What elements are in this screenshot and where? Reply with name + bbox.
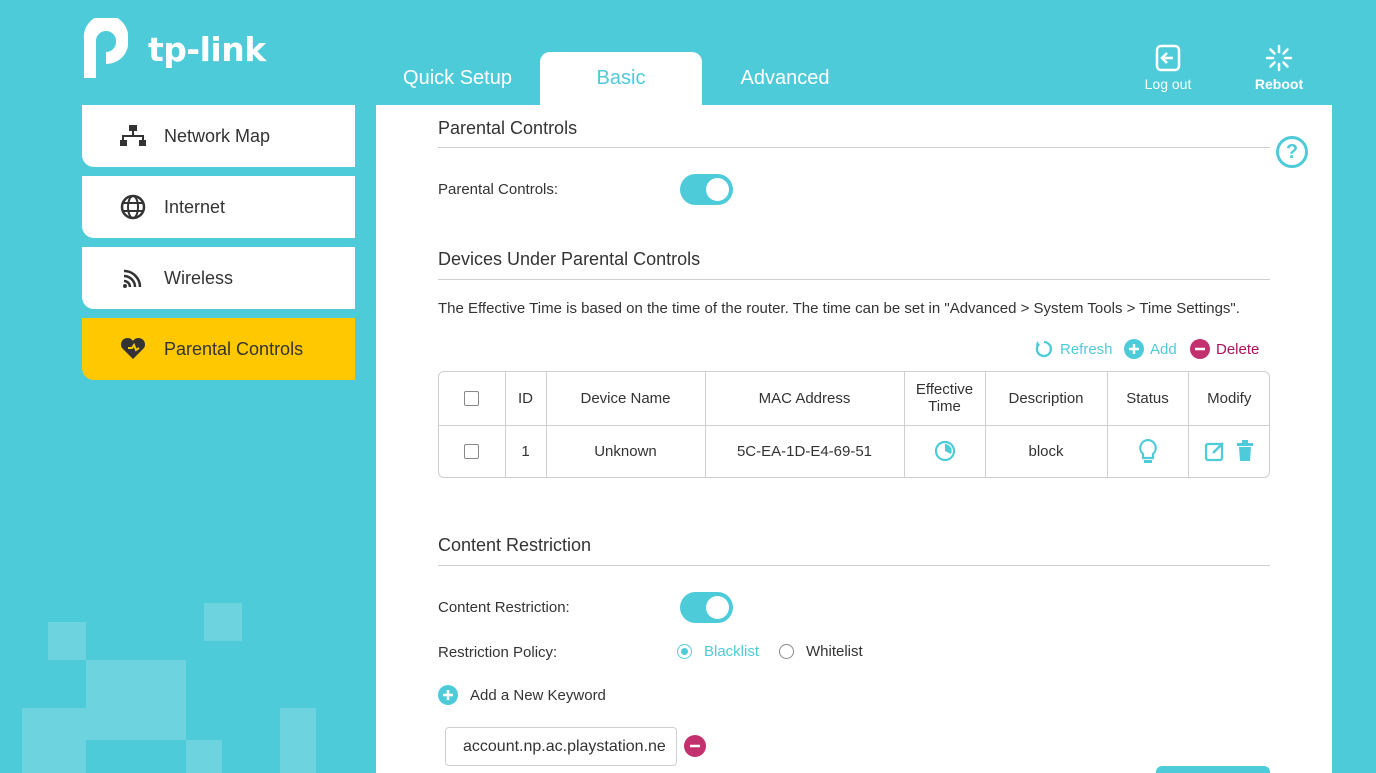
blacklist-radio[interactable]: Blacklist	[677, 643, 759, 660]
parental-controls-label: Parental Controls:	[438, 181, 559, 198]
content-restriction-toggle[interactable]	[680, 592, 733, 623]
tp-link-logo: tp-link	[80, 18, 266, 80]
refresh-button[interactable]: Refresh	[1034, 339, 1113, 359]
cell-mac: 5C-EA-1D-E4-69-51	[705, 425, 905, 477]
keyword-input[interactable]	[445, 727, 677, 766]
decoration	[22, 708, 86, 773]
devices-title: Devices Under Parental Controls	[438, 249, 701, 269]
modify-actions	[1189, 440, 1270, 462]
column-header-effective-time: Effective Time	[904, 372, 986, 425]
restriction-policy-label: Restriction Policy:	[438, 644, 558, 661]
divider	[438, 279, 1270, 280]
column-header-status: Status	[1107, 372, 1189, 425]
divider	[438, 565, 1270, 566]
sidebar-item-label: Internet	[164, 196, 226, 217]
column-header-modify: Modify	[1207, 389, 1252, 407]
add-keyword-button[interactable]: Add a New Keyword	[438, 685, 606, 705]
add-button[interactable]: Add	[1124, 339, 1177, 359]
logout-button[interactable]: Log out	[1140, 44, 1196, 92]
decoration	[204, 603, 242, 641]
sidebar-item-wireless[interactable]: Wireless	[82, 247, 355, 309]
column-header-device-name: Device Name	[546, 372, 706, 425]
add-keyword-label: Add a New Keyword	[470, 686, 606, 704]
remove-keyword-button[interactable]	[684, 735, 706, 762]
decoration	[86, 660, 186, 740]
row-checkbox[interactable]	[464, 444, 480, 460]
parental-controls-title: Parental Controls	[438, 118, 578, 138]
reboot-button[interactable]: Reboot	[1250, 44, 1308, 92]
tab-advanced[interactable]: Advanced	[710, 52, 860, 105]
sidebar-item-parental-controls[interactable]: Parental Controls	[82, 318, 355, 380]
sidebar-item-network-map[interactable]: Network Map	[82, 105, 355, 167]
decoration	[280, 708, 316, 773]
cell-device-name: Unknown	[546, 425, 706, 477]
brand-name: tp-link	[148, 29, 266, 69]
minus-circle-icon	[684, 735, 706, 757]
divider	[438, 147, 1270, 148]
plus-circle-icon	[1124, 339, 1144, 359]
delete-button[interactable]: Delete	[1190, 339, 1259, 359]
radio-indicator	[779, 644, 794, 659]
sidebar-item-label: Wireless	[164, 267, 234, 288]
minus-circle-icon	[1190, 339, 1210, 359]
help-icon[interactable]: ?	[1276, 136, 1308, 168]
plus-circle-icon	[438, 685, 458, 705]
lightbulb-icon[interactable]	[1138, 438, 1158, 464]
cell-effective-time	[904, 425, 986, 477]
blacklist-label: Blacklist	[704, 643, 760, 660]
edit-icon[interactable]	[1204, 440, 1226, 462]
logout-label: Log out	[1144, 76, 1192, 92]
effective-time-note: The Effective Time is based on the time …	[438, 300, 1240, 317]
column-header-id: ID	[505, 372, 547, 425]
select-all-cell	[439, 372, 506, 425]
cell-description: block	[985, 425, 1108, 477]
cell-modify	[1188, 425, 1270, 477]
decoration	[186, 740, 222, 773]
tab-basic[interactable]: Basic	[540, 52, 702, 105]
whitelist-label: Whitelist	[806, 643, 863, 660]
sidebar-item-label: Network Map	[164, 125, 271, 146]
tab-quick-setup[interactable]: Quick Setup	[380, 52, 535, 105]
globe-icon	[116, 194, 150, 220]
wireless-icon	[116, 267, 150, 289]
cell-status	[1107, 425, 1189, 477]
reboot-icon	[1265, 44, 1293, 72]
select-all-checkbox[interactable]	[464, 391, 480, 407]
sidebar-item-label: Parental Controls	[164, 338, 304, 359]
main-panel: ? Parental Controls Parental Controls: D…	[376, 105, 1332, 773]
heart-icon	[116, 337, 150, 361]
reboot-label: Reboot	[1254, 76, 1304, 92]
whitelist-radio[interactable]: Whitelist	[779, 643, 863, 660]
column-header-description: Description	[985, 372, 1108, 425]
radio-indicator	[677, 644, 692, 659]
trash-icon[interactable]	[1236, 440, 1254, 462]
content-restriction-title: Content Restriction	[438, 535, 592, 555]
sidebar-item-internet[interactable]: Internet	[82, 176, 355, 238]
table-row: 1 Unknown 5C-EA-1D-E4-69-51 block	[439, 425, 1270, 477]
cell-id: 1	[505, 425, 547, 477]
tp-link-logo-icon	[83, 18, 128, 78]
delete-label: Delete	[1216, 340, 1260, 358]
table-header-row: ID Device Name MAC Address Effective Tim…	[439, 372, 1269, 425]
network-map-icon	[116, 125, 150, 147]
refresh-icon	[1035, 340, 1053, 358]
save-button[interactable]	[1156, 766, 1270, 773]
devices-table: ID Device Name MAC Address Effective Tim…	[438, 371, 1270, 478]
decoration	[48, 622, 86, 660]
parental-controls-toggle[interactable]	[680, 174, 733, 205]
logout-icon	[1155, 44, 1181, 72]
refresh-label: Refresh	[1060, 340, 1113, 358]
clock-icon[interactable]	[934, 440, 956, 462]
add-label: Add	[1150, 340, 1177, 358]
row-select-cell	[439, 425, 506, 477]
content-restriction-label: Content Restriction:	[438, 599, 570, 616]
column-header-mac: MAC Address	[705, 372, 905, 425]
